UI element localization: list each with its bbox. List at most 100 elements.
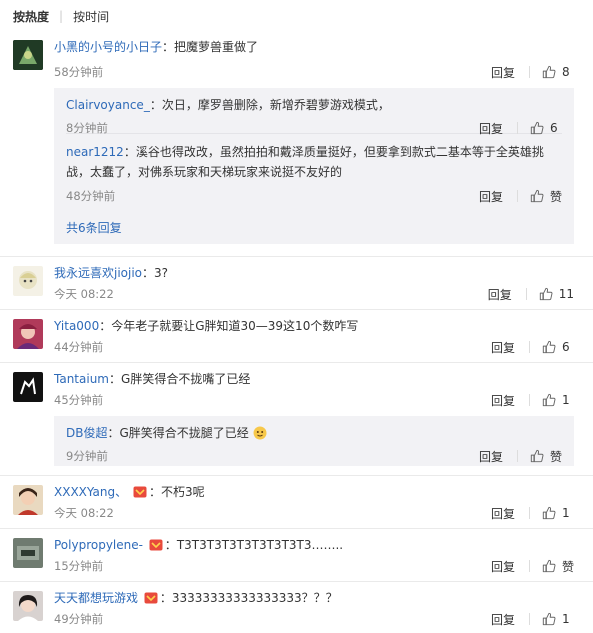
divider [529, 613, 530, 625]
thumbs-up-icon [542, 559, 556, 573]
like-button[interactable]: 1 [542, 506, 574, 520]
comment-item: Polypropylene- ：T3T3T3T3T3T3T3T3T3…….. 1… [0, 529, 593, 582]
like-button[interactable]: 赞 [530, 188, 562, 205]
comment-username[interactable]: 天天都想玩游戏 [54, 591, 138, 605]
reply-button[interactable]: 回复 [491, 392, 515, 409]
comment-username[interactable]: 小黑的小号的小日子 [54, 40, 162, 54]
like-button[interactable]: 赞 [530, 448, 562, 465]
reply-time: 9分钟前 [66, 449, 108, 463]
divider [528, 560, 530, 572]
like-count: 11 [558, 287, 574, 301]
sort-bar: 按热度 | 按时间 [0, 0, 593, 32]
like-count: 1 [562, 393, 570, 407]
comment-time: 今天 08:22 [54, 506, 114, 520]
sort-by-time-tab[interactable]: 按时间 [73, 8, 109, 25]
like-button[interactable]: 8 [542, 65, 574, 79]
divider [529, 341, 530, 353]
comment-text: 把魔萝兽重做了 [174, 40, 259, 54]
reply-username[interactable]: DB俊超 [66, 426, 107, 440]
vip-badge-icon [149, 538, 163, 551]
avatar[interactable] [13, 538, 43, 568]
avatar[interactable] [13, 591, 43, 621]
reply-item: Clairvoyance_：次日，摩罗兽删除，新增乔碧萝游戏模式， 8分钟前 回… [66, 88, 562, 136]
thumbs-up-icon [542, 612, 556, 626]
like-button[interactable]: 1 [542, 393, 574, 407]
like-button[interactable]: 6 [542, 340, 574, 354]
reply-username[interactable]: Clairvoyance_ [66, 98, 150, 112]
comment-text: G胖笑得合不拢嘴了已经 [121, 372, 251, 386]
divider [517, 122, 518, 134]
like-count: 6 [562, 340, 570, 354]
avatar[interactable] [13, 319, 43, 349]
sort-divider: | [59, 9, 64, 23]
comment-item: 天天都想玩游戏 ：33333333333333333？？？ 49分钟前 回复 1 [0, 582, 593, 633]
reply-button[interactable]: 回复 [491, 505, 515, 522]
reply-button[interactable]: 回复 [479, 188, 503, 205]
comment-text: T3T3T3T3T3T3T3T3T3…….. [176, 538, 344, 552]
like-count: 赞 [549, 449, 562, 464]
comment-time: 58分钟前 [54, 65, 104, 79]
reply-button[interactable]: 回复 [479, 448, 503, 465]
reply-time: 48分钟前 [66, 189, 116, 203]
comment-username[interactable]: Polypropylene- [54, 538, 143, 552]
reply-time: 8分钟前 [66, 121, 108, 135]
avatar[interactable] [13, 485, 43, 515]
comment-username[interactable]: 我永远喜欢jiojio [54, 266, 142, 280]
comment-time: 49分钟前 [54, 612, 104, 626]
reply-button[interactable]: 回复 [488, 286, 512, 303]
reply-item: near1212：溪谷也得改改，虽然拍拍和戴泽质量挺好，但要拿到款式二基本等于全… [66, 133, 562, 209]
reply-button[interactable]: 回复 [491, 339, 515, 356]
comment-item: 我永远喜欢jiojio：3? 今天 08:22 回复 11 [0, 257, 593, 310]
reply-username[interactable]: near1212 [66, 145, 124, 159]
vip-badge-icon [144, 591, 158, 604]
smiley-emoji-icon [253, 426, 267, 440]
divider [529, 66, 530, 78]
comment-time: 44分钟前 [54, 340, 104, 354]
comment-item: Yita000：今年老子就要让G胖知道30—39这10个数咋写 44分钟前 回复… [0, 310, 593, 363]
comment-item: XXXXYang、 ：不朽3呢 今天 08:22 回复 1 [0, 476, 593, 529]
divider [516, 450, 518, 462]
like-button[interactable]: 1 [542, 612, 574, 626]
reply-button[interactable]: 回复 [479, 120, 503, 137]
like-count: 8 [562, 65, 570, 79]
like-count: 1 [562, 612, 570, 626]
comment-text: 33333333333333333？？？ [171, 591, 338, 605]
avatar[interactable] [13, 40, 43, 70]
thumbs-up-icon [542, 506, 556, 520]
divider [529, 507, 530, 519]
comment-time: 15分钟前 [54, 559, 104, 573]
comment-username[interactable]: XXXXYang、 [54, 485, 127, 499]
like-count: 赞 [549, 189, 562, 204]
more-replies-link[interactable]: 共6条回复 [66, 209, 562, 244]
like-button[interactable]: 6 [530, 121, 562, 135]
sort-by-hot-tab[interactable]: 按热度 [13, 8, 49, 25]
comment-item: 小黑的小号的小日子：把魔萝兽重做了 58分钟前 回复 8 Clairvoyanc… [0, 32, 593, 257]
reply-text: G胖笑得合不拢腿了已经 [119, 426, 249, 440]
comment-time: 今天 08:22 [54, 287, 114, 301]
comment-item: Tantaium：G胖笑得合不拢嘴了已经 45分钟前 回复 1 DB俊超：G胖笑… [0, 363, 593, 476]
reply-item: DB俊超：G胖笑得合不拢腿了已经 9分钟前 回复 赞 [66, 426, 562, 465]
avatar[interactable] [13, 372, 43, 402]
comment-text: 不朽3呢 [160, 485, 205, 499]
like-button[interactable]: 11 [539, 287, 574, 301]
reply-button[interactable]: 回复 [491, 611, 515, 628]
comment-text: 今年老子就要让G胖知道30—39这10个数咋写 [111, 319, 359, 333]
like-count: 赞 [561, 559, 574, 574]
comment-text: 3? [154, 266, 169, 280]
vip-badge-icon [133, 485, 147, 498]
thumbs-up-icon [542, 65, 556, 79]
thumbs-up-icon [530, 121, 544, 135]
reply-button[interactable]: 回复 [491, 64, 515, 81]
comment-username[interactable]: Tantaium [54, 372, 109, 386]
avatar[interactable] [13, 266, 43, 296]
reply-text: 溪谷也得改改，虽然拍拍和戴泽质量挺好，但要拿到款式二基本等于全英雄挑战，太蠢了，… [66, 145, 544, 179]
divider [529, 394, 530, 406]
divider [525, 288, 527, 300]
comment-username[interactable]: Yita000 [54, 319, 99, 333]
thumbs-up-icon [530, 189, 544, 203]
thumbs-up-icon [539, 287, 553, 301]
reply-list: Clairvoyance_：次日，摩罗兽删除，新增乔碧萝游戏模式， 8分钟前 回… [54, 88, 574, 244]
like-button[interactable]: 赞 [542, 558, 574, 575]
thumbs-up-icon [542, 393, 556, 407]
reply-button[interactable]: 回复 [491, 558, 515, 575]
